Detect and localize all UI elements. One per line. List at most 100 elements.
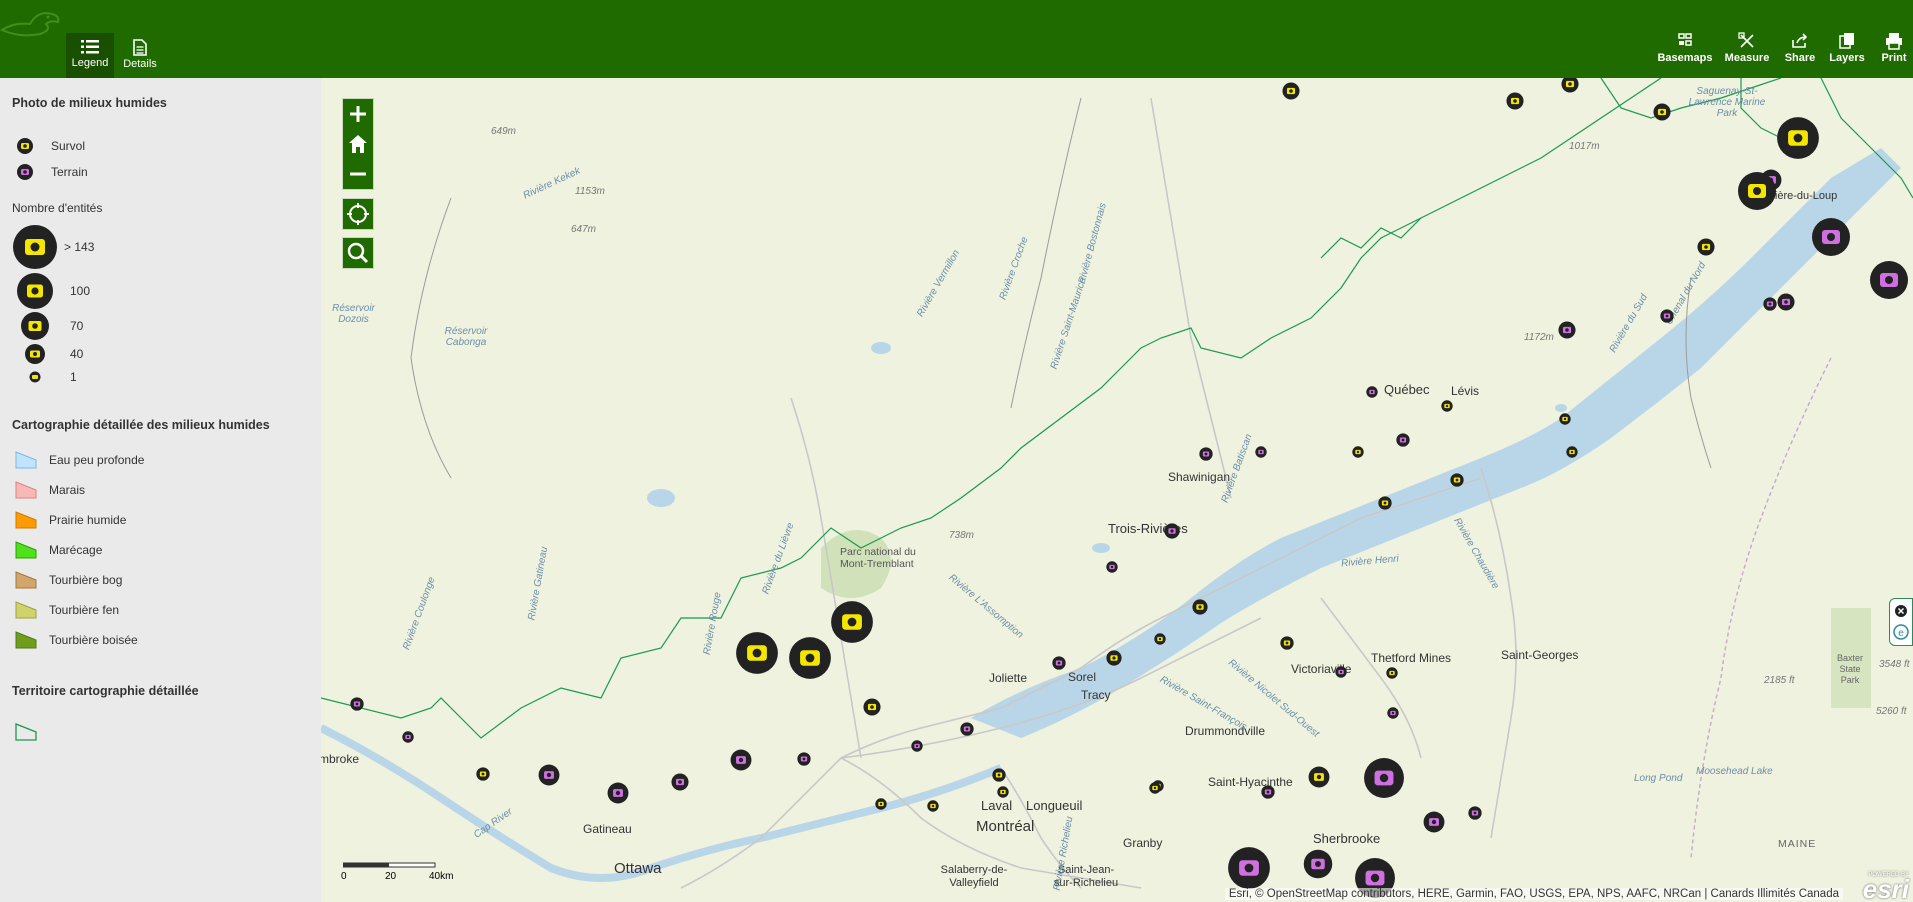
place-label: Shawinigan: [1168, 470, 1231, 484]
terrain-photo-marker-icon[interactable]: [1763, 297, 1777, 311]
terrain-photo-marker-icon[interactable]: [1366, 386, 1378, 398]
legend-item-survol: Survol: [12, 137, 85, 155]
survol-photo-marker-icon[interactable]: [1280, 636, 1294, 650]
share-label: Share: [1784, 52, 1816, 64]
survol-photo-marker-icon[interactable]: [476, 767, 490, 781]
elevation-label: 2185 ft: [1764, 675, 1795, 686]
legend-class-label: Eau peu profonde: [49, 453, 145, 467]
survol-photo-marker-icon[interactable]: [1308, 766, 1330, 788]
esri-logo: POWERED BY esri: [1863, 872, 1909, 902]
survol-photo-marker-icon[interactable]: [992, 768, 1006, 782]
terrain-photo-marker-icon[interactable]: [1164, 523, 1180, 539]
place-label: Sorel: [1068, 670, 1097, 684]
terrain-photo-marker-icon[interactable]: [1396, 433, 1410, 447]
close-circle-icon: e: [1893, 605, 1909, 640]
terrain-photo-marker-icon[interactable]: [350, 697, 364, 711]
survol-photo-marker-icon[interactable]: [1697, 238, 1715, 256]
survol-photo-marker-icon[interactable]: [1776, 116, 1820, 160]
survol-photo-marker-icon[interactable]: [1559, 413, 1571, 425]
survol-photo-marker-icon[interactable]: [1566, 446, 1578, 458]
terrain-photo-marker-icon[interactable]: [1558, 321, 1576, 339]
terrain-photo-marker-icon[interactable]: [1261, 785, 1275, 799]
legend-count-label: 1: [70, 370, 77, 384]
layers-button[interactable]: Layers: [1826, 32, 1868, 64]
survol-photo-marker-icon[interactable]: [1352, 446, 1364, 458]
legend-count-1: 1: [12, 370, 77, 384]
survol-photo-marker-icon[interactable]: [997, 786, 1009, 798]
survol-photo-marker-icon[interactable]: [1561, 78, 1579, 93]
search-icon: [347, 242, 369, 264]
side-widget[interactable]: e: [1889, 598, 1913, 646]
survol-photo-marker-icon[interactable]: [735, 631, 779, 675]
legend-class-label: Tourbière fen: [49, 603, 120, 617]
terrain-photo-marker-icon[interactable]: [1811, 217, 1851, 257]
survol-photo-marker-icon[interactable]: [830, 600, 874, 644]
terrain-photo-marker-icon[interactable]: [607, 782, 629, 804]
terrain-photo-marker-icon[interactable]: [1869, 260, 1909, 300]
terrain-photo-marker-icon[interactable]: [911, 740, 923, 752]
zoom-out-button[interactable]: [343, 159, 373, 189]
terrain-photo-marker-icon[interactable]: [1777, 293, 1795, 311]
scale-bar: 0 20 40km: [341, 862, 453, 882]
survol-photo-marker-icon[interactable]: [1149, 782, 1161, 794]
survol-photo-marker-icon[interactable]: [1106, 650, 1122, 666]
print-button[interactable]: Print: [1876, 32, 1912, 64]
terrain-photo-marker-icon[interactable]: [538, 764, 560, 786]
legend-count-40: 40: [12, 343, 83, 365]
legend-count-title: Nombre d'entités: [12, 201, 103, 215]
tab-legend[interactable]: Legend: [66, 33, 114, 78]
terrain-photo-marker-icon[interactable]: [1387, 707, 1399, 719]
terrain-photo-marker-icon[interactable]: [1255, 446, 1267, 458]
elevation-label: 1017m: [1569, 141, 1600, 152]
survol-photo-marker-icon[interactable]: [875, 798, 887, 810]
class-swatch-icon: [15, 511, 37, 529]
terrain-photo-marker-icon[interactable]: [671, 773, 689, 791]
terrain-photo-marker-icon[interactable]: [1052, 656, 1066, 670]
search-button[interactable]: [342, 237, 374, 269]
terrain-photo-marker-icon[interactable]: [1303, 849, 1333, 879]
basemaps-button[interactable]: Basemaps: [1657, 32, 1713, 64]
map-view[interactable]: Québec Lévis Shawinigan Trois-Rivières V…: [321, 78, 1913, 902]
place-label: Ottawa: [614, 860, 662, 877]
terrain-photo-icon: [17, 164, 33, 180]
terrain-photo-marker-icon[interactable]: [1423, 811, 1445, 833]
legend-item-terrain: Terrain: [12, 163, 88, 181]
terrain-photo-marker-icon[interactable]: [1335, 666, 1347, 678]
survol-photo-marker-icon[interactable]: [1386, 667, 1398, 679]
survol-photo-marker-icon[interactable]: [1450, 473, 1464, 487]
terrain-photo-marker-icon[interactable]: [1199, 447, 1213, 461]
terrain-photo-marker-icon[interactable]: [960, 722, 974, 736]
locate-crosshair-icon: [347, 203, 369, 225]
legend-section-territory-title: Territoire cartographie détaillée: [12, 684, 199, 698]
survol-photo-marker-icon[interactable]: [927, 800, 939, 812]
locate-button[interactable]: [342, 198, 374, 230]
share-button[interactable]: Share: [1781, 32, 1819, 64]
elevation-label: 649m: [491, 126, 517, 137]
terrain-photo-marker-icon[interactable]: [1468, 806, 1482, 820]
terrain-photo-marker-icon[interactable]: [1363, 757, 1405, 799]
terrain-photo-marker-icon[interactable]: [797, 752, 811, 766]
terrain-photo-marker-icon[interactable]: [730, 749, 752, 771]
home-button[interactable]: [343, 129, 373, 159]
tab-details[interactable]: Details: [118, 33, 162, 78]
survol-photo-marker-icon[interactable]: [788, 636, 832, 680]
measure-button[interactable]: Measure: [1720, 32, 1774, 64]
survol-photo-marker-icon[interactable]: [863, 698, 881, 716]
survol-photo-marker-icon[interactable]: [1506, 92, 1524, 110]
elevation-label: 1153m: [575, 186, 605, 197]
survol-photo-marker-icon[interactable]: [1192, 599, 1208, 615]
survol-photo-marker-icon[interactable]: [1737, 171, 1777, 211]
survol-photo-marker-icon[interactable]: [1154, 633, 1166, 645]
terrain-photo-marker-icon[interactable]: [1227, 846, 1271, 890]
terrain-photo-marker-icon[interactable]: [1106, 561, 1118, 573]
legend-class-label: Marais: [49, 483, 86, 497]
survol-photo-marker-icon[interactable]: [1378, 496, 1392, 510]
survol-photo-icon: [17, 138, 33, 154]
zoom-in-button[interactable]: [343, 99, 373, 129]
survol-photo-marker-icon[interactable]: [1282, 82, 1300, 100]
terrain-photo-marker-icon[interactable]: [1660, 309, 1674, 323]
survol-photo-marker-icon[interactable]: [1441, 400, 1453, 412]
terrain-photo-marker-icon[interactable]: [402, 731, 414, 743]
survol-photo-marker-icon[interactable]: [1653, 103, 1671, 121]
measure-ruler-icon: [1738, 32, 1754, 48]
